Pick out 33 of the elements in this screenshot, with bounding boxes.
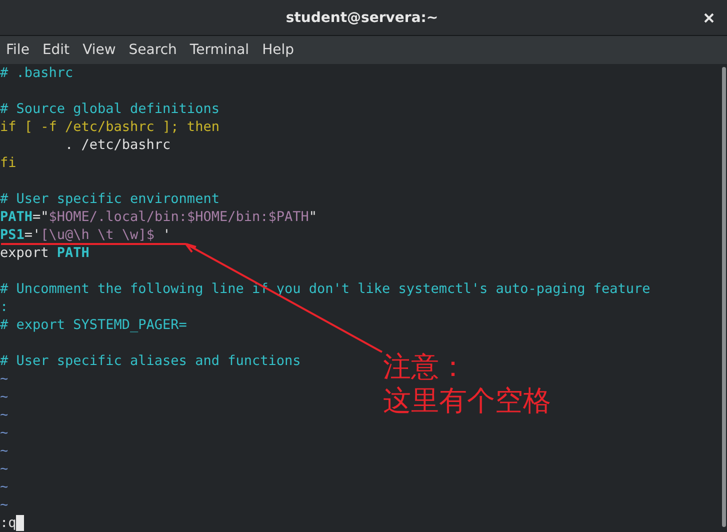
annotation-text: 这里有个空格 [383,384,551,418]
menu-item[interactable]: Edit [42,42,76,58]
code-line: # export SYSTEMD_PAGER= [0,316,187,334]
code-line: if [ -f /etc/bashrc ]; then [0,118,220,136]
code-line: # User specific aliases and functions [0,352,301,370]
code-line: export PATH [0,244,90,262]
empty-line-marker: ~ [0,478,8,496]
menu-item[interactable]: Terminal [190,42,256,58]
code-line: fi [0,154,16,172]
empty-line-marker: ~ [0,370,8,388]
empty-line-marker: ~ [0,406,8,424]
empty-line-marker: ~ [0,442,8,460]
empty-line-marker: ~ [0,496,8,514]
code-line: # User specific environment [0,190,220,208]
window-title: student@servera:~ [284,10,440,26]
code-line: . /etc/bashrc [64,136,171,154]
menu-item[interactable]: Help [262,42,300,58]
scrollbar[interactable] [722,67,726,527]
text-cursor [16,515,24,531]
annotation-text: 注意： [383,350,468,384]
empty-line-marker: ~ [0,424,8,442]
code-line: : [0,298,8,316]
command-line[interactable]: :q [0,514,16,532]
code-line: # .bashrc [0,64,74,82]
code-line: # Source global definitions [0,100,220,118]
menu-item[interactable]: Search [128,42,183,58]
close-icon[interactable] [704,12,714,22]
empty-line-marker: ~ [0,388,8,406]
menu-item[interactable]: File [6,42,36,58]
menu-item[interactable]: View [82,42,122,58]
code-line: PATH="$HOME/.local/bin:$HOME/bin:$PATH" [0,208,318,226]
code-line: PS1='[\u@\h \t \w]$ ' [0,226,171,244]
empty-line-marker: ~ [0,460,8,478]
